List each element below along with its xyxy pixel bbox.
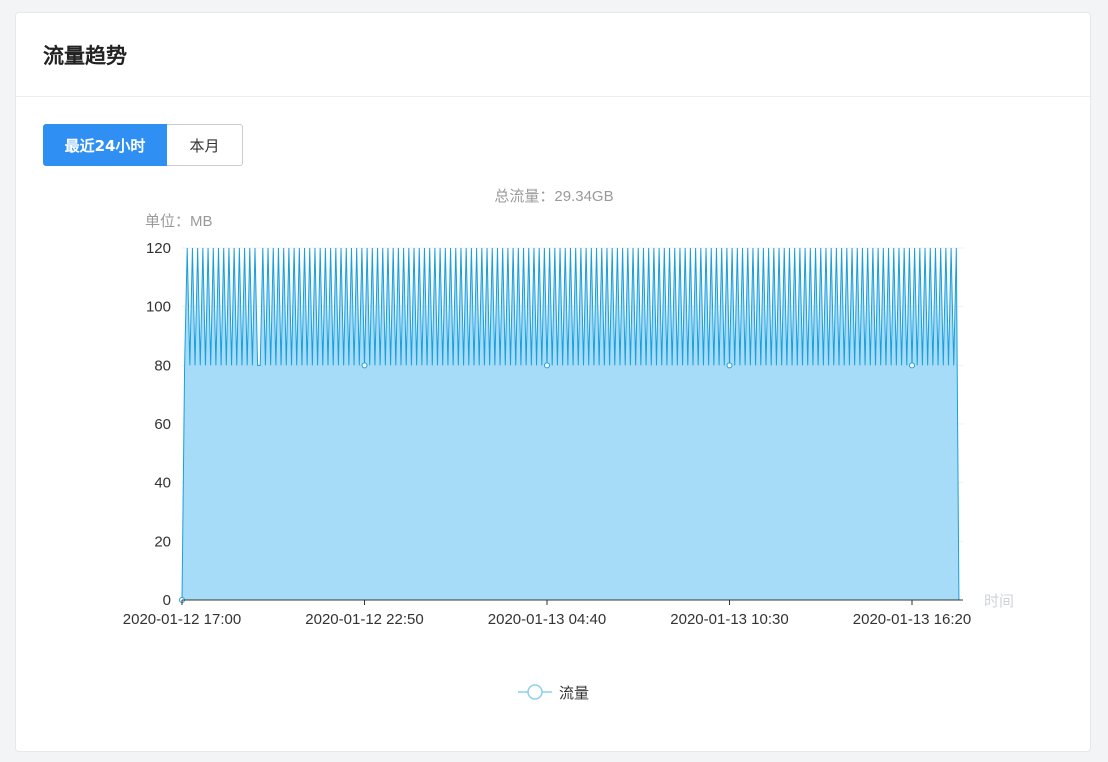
y-tick-label: 60 [154,416,171,433]
data-point-marker [909,362,915,369]
legend-label: 流量 [559,685,589,702]
area-layer [179,247,962,603]
x-tick-label: 2020-01-13 04:40 [488,611,606,628]
x-tick-label: 2020-01-13 16:20 [853,611,971,628]
unit-label: 单位：MB [145,213,213,230]
chart-subtitle: 总流量：29.34GB [494,188,613,205]
traffic-chart: 总流量：29.34GB 单位：MB 0 20 40 60 80 100 120 2020-01… [123,188,1014,702]
y-tick-label: 0 [163,592,171,609]
y-tick-label: 20 [154,533,171,550]
legend-marker-icon [527,684,543,700]
y-tick-label: 40 [154,475,171,492]
data-point-marker [361,362,368,369]
x-tick-label: 2020-01-13 10:30 [670,611,788,628]
y-tick-label: 100 [146,299,171,316]
data-point-marker [726,362,733,369]
y-tick-label: 80 [154,357,171,374]
data-point-marker [544,362,550,369]
x-axis-title: 时间 [984,593,1014,610]
y-tick-label: 120 [146,240,171,257]
x-tick-label: 2020-01-12 22:50 [305,611,423,628]
legend[interactable]: 流量 [518,684,589,702]
x-tick-label: 2020-01-12 17:00 [123,611,241,628]
